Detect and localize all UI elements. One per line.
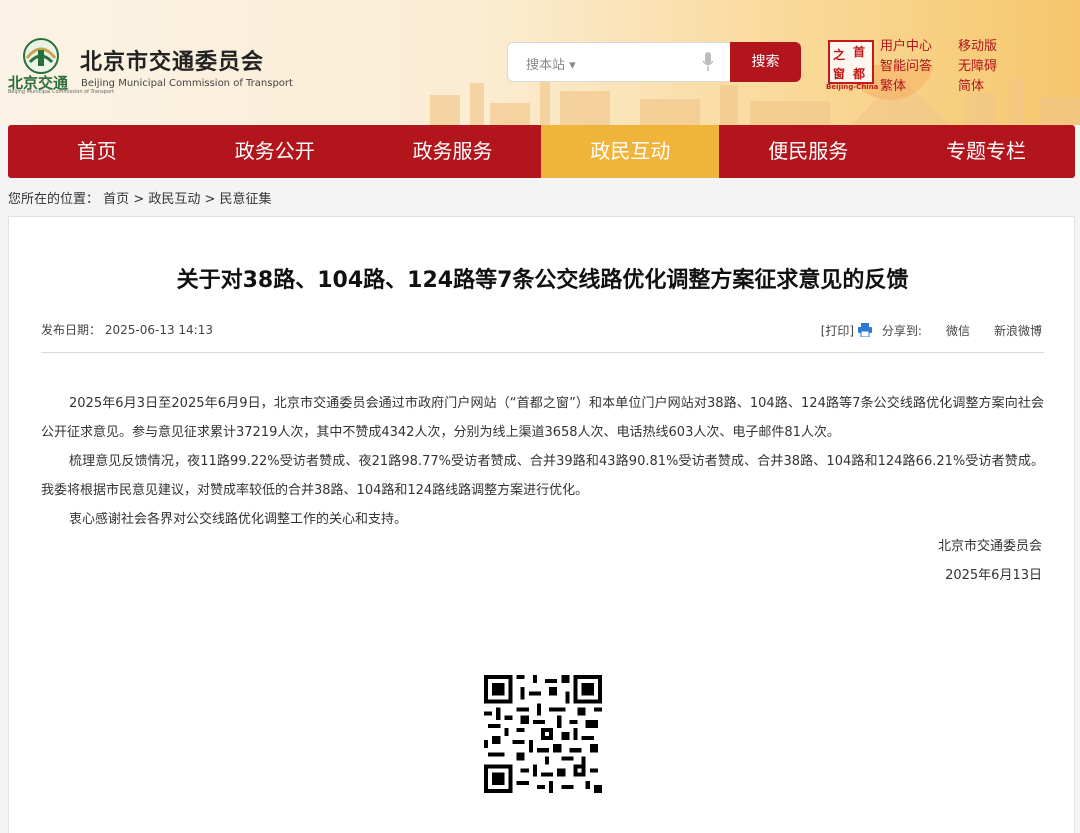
publish-date: 发布日期： 2025-06-13 14:13: [41, 321, 213, 338]
capital-char-shou: 首: [853, 45, 866, 59]
signature: 北京市交通委员会: [937, 539, 1042, 554]
paragraph: 梳理意见反馈情况，夜11路99.22%受访者赞成、夜21路98.77%受访者赞成…: [41, 454, 1044, 498]
capital-char-zhi: 之: [833, 48, 846, 62]
paragraph: 衷心感谢社会各界对公交线路优化调整工作的关心和支持。: [69, 512, 408, 527]
simplified-chinese-link[interactable]: 简体: [958, 75, 984, 94]
site-subtitle-en: Beijing Municipal Commission of Transpor…: [81, 78, 293, 89]
search-placeholder: 搜本站 ▾: [526, 58, 576, 73]
capital-char-chuang: 窗: [833, 67, 846, 81]
paragraph: 2025年6月3日至2025年6月9日，北京市交通委员会通过市政府门户网站（“首…: [41, 396, 1044, 440]
breadcrumb: 您所在的位置： 首页 > 政民互动 > 民意征集: [8, 188, 272, 207]
nav-convenience-services[interactable]: 便民服务: [719, 125, 897, 178]
qr-code-image: [484, 675, 602, 793]
main-nav: 首页 政务公开 政务服务 政民互动 便民服务 专题专栏: [8, 125, 1075, 178]
signature-date: 2025年6月13日: [945, 568, 1042, 583]
nav-special-topics[interactable]: 专题专栏: [897, 125, 1075, 178]
nav-public-interaction[interactable]: 政民互动: [541, 125, 720, 178]
breadcrumb-separator: >: [204, 192, 220, 207]
mobile-version-link[interactable]: 移动版: [958, 35, 997, 54]
print-label: [打印]: [820, 324, 855, 338]
breadcrumb-home[interactable]: 首页: [103, 192, 129, 207]
breadcrumb-prefix: 您所在的位置：: [8, 192, 100, 207]
breadcrumb-public-interaction[interactable]: 政民互动: [148, 192, 200, 207]
accessibility-link[interactable]: 无障碍: [958, 55, 997, 74]
article-title: 关于对38路、104路、124路等7条公交线路优化调整方案征求意见的反馈: [176, 268, 909, 293]
breadcrumb-opinion-collection[interactable]: 民意征集: [220, 192, 272, 207]
nav-home[interactable]: 首页: [8, 125, 186, 178]
smart-qa-link[interactable]: 智能问答: [880, 55, 932, 74]
site-header: 北京交通 Beijing Municipal Commission of Tra…: [0, 0, 1080, 125]
search-input[interactable]: 搜本站 ▾: [507, 42, 731, 82]
share-label: 分享到:: [881, 323, 922, 338]
traditional-chinese-link[interactable]: 繁体: [880, 75, 906, 94]
share-weibo-link[interactable]: 新浪微博: [994, 322, 1042, 339]
breadcrumb-separator: >: [133, 192, 149, 207]
publish-date-value: 2025-06-13 14:13: [104, 323, 213, 337]
article-panel: 关于对38路、104路、124路等7条公交线路优化调整方案征求意见的反馈 发布日…: [8, 216, 1075, 833]
logo-tiny-text: Beijing Municipal Commission of Transpor…: [8, 89, 114, 95]
search-button[interactable]: 搜索: [730, 42, 801, 82]
capital-window-logo[interactable]: 之 首 窗 都: [828, 40, 874, 84]
user-center-link[interactable]: 用户中心: [880, 35, 932, 54]
nav-gov-affairs-open[interactable]: 政务公开: [186, 125, 364, 178]
publish-date-label: 发布日期：: [41, 323, 102, 337]
article-tools: [打印] 分享到: 微信 新浪微博: [821, 321, 1042, 339]
microphone-icon[interactable]: [702, 52, 714, 72]
printer-icon[interactable]: [857, 323, 872, 337]
capital-char-du: 都: [853, 67, 866, 81]
print-link[interactable]: [打印]: [821, 321, 872, 339]
title-divider: [41, 352, 1044, 353]
nav-gov-services[interactable]: 政务服务: [364, 125, 542, 178]
article-body: 2025年6月3日至2025年6月9日，北京市交通委员会通过市政府门户网站（“首…: [41, 389, 1044, 534]
capital-window-subtext: Beijing-China: [826, 83, 879, 91]
share-wechat-link[interactable]: 微信: [946, 322, 970, 339]
site-title[interactable]: 北京市交通委员会: [80, 44, 264, 76]
